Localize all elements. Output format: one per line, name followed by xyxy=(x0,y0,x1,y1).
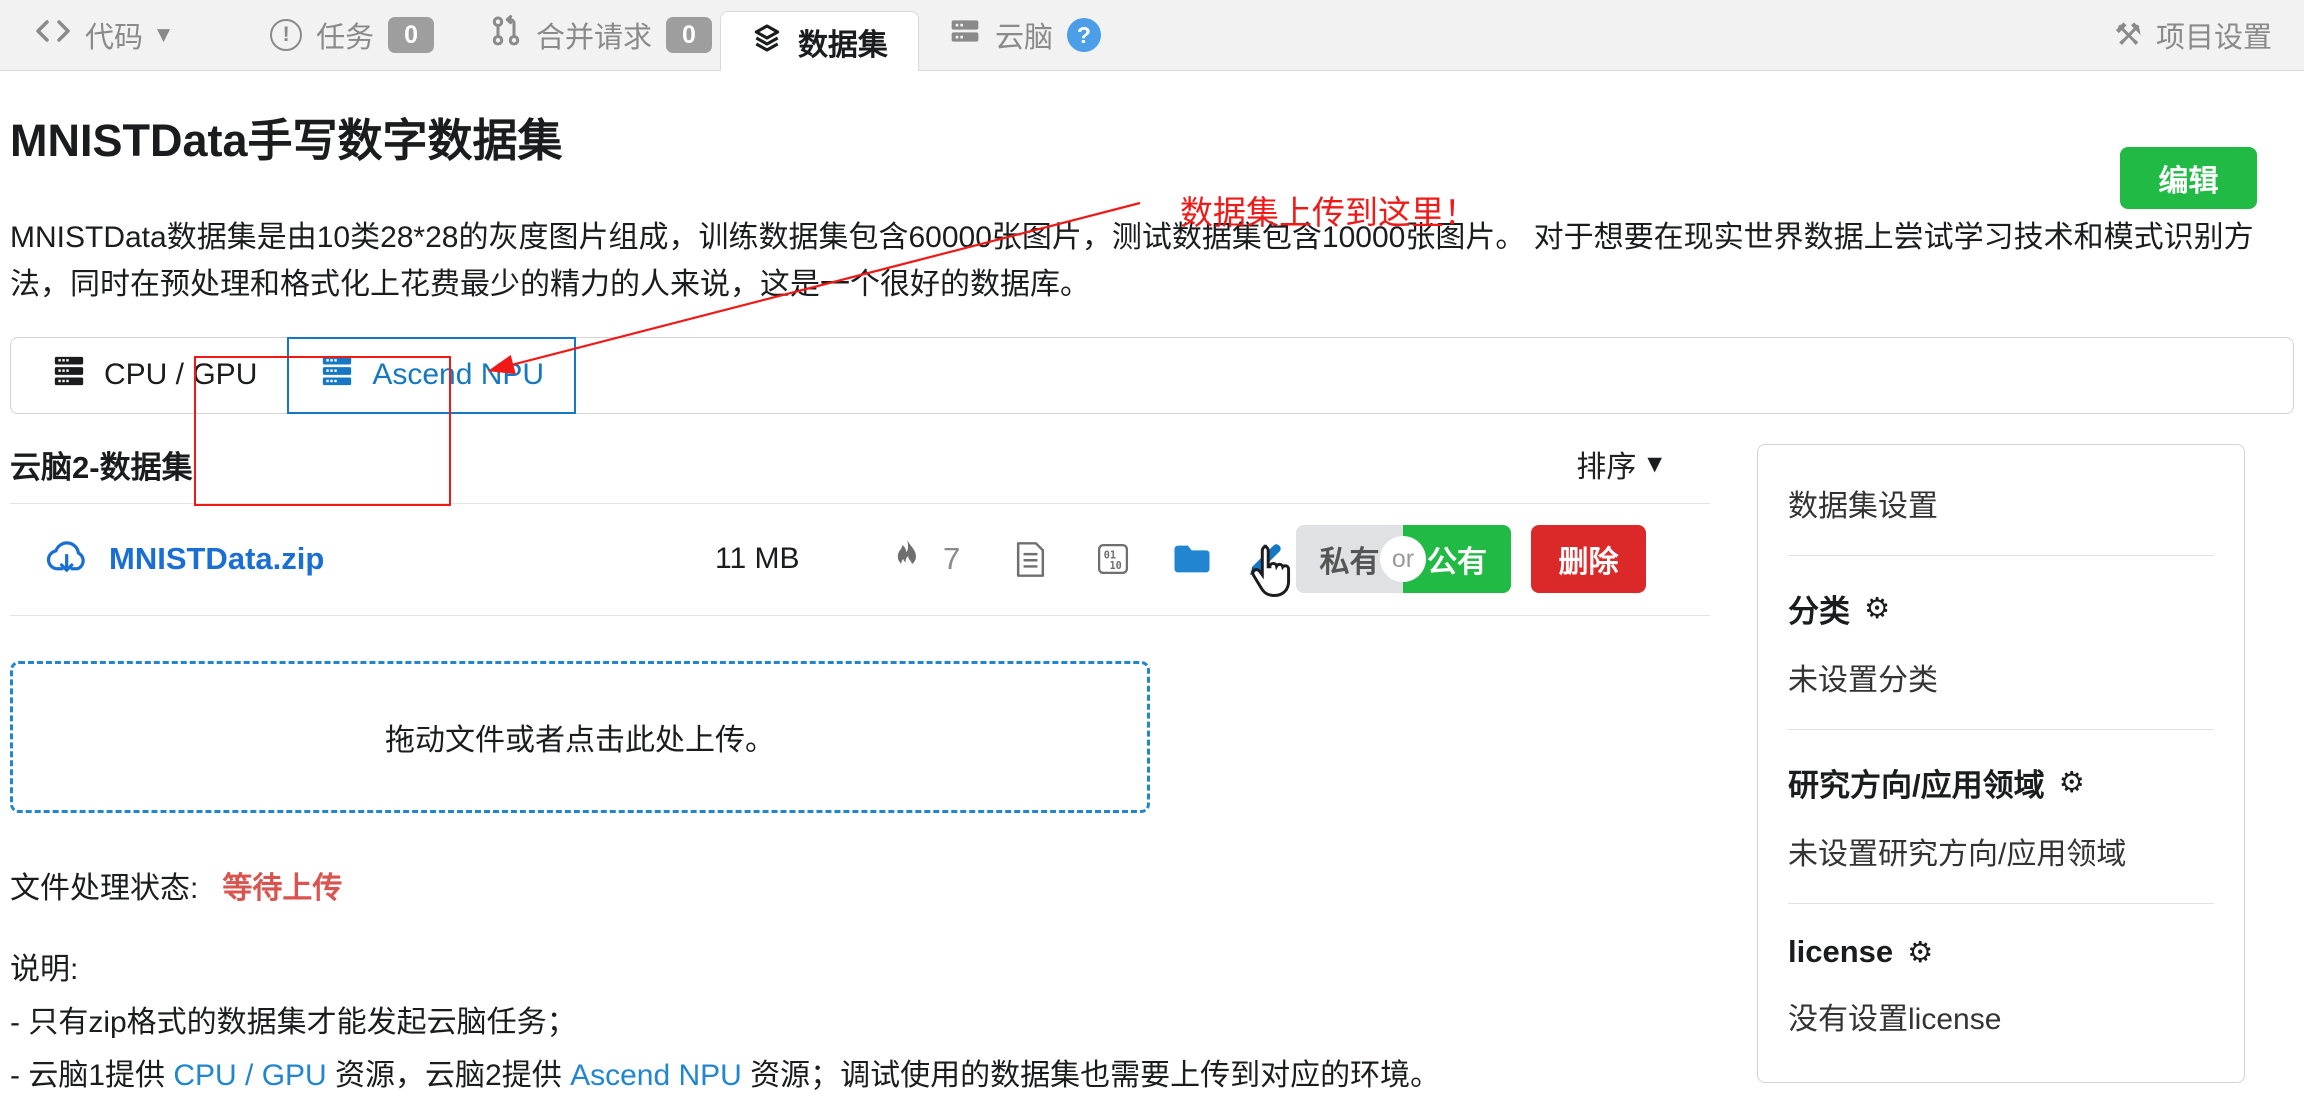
notes-line2-mid: 资源，云脑2提供 xyxy=(327,1059,570,1092)
server-icon xyxy=(319,354,355,396)
nav-item-issues[interactable]: ! 任务 0 xyxy=(270,14,434,56)
code-icon xyxy=(35,18,71,52)
server-icon xyxy=(51,354,87,396)
category-label: 分类 xyxy=(1788,586,1850,631)
file-status-label: 文件处理状态: xyxy=(10,863,198,907)
download-count: 7 xyxy=(943,541,960,577)
chevron-down-icon: ▼ xyxy=(1647,453,1662,475)
category-value: 未设置分类 xyxy=(1788,655,2214,699)
upload-dropzone[interactable]: 拖动文件或者点击此处上传。 xyxy=(10,661,1150,813)
help-icon[interactable]: ? xyxy=(1067,18,1101,52)
nav-settings-label: 项目设置 xyxy=(2156,14,2272,56)
notes-block: 说明: - 只有zip格式的数据集才能发起云脑任务； - 云脑1提供 CPU /… xyxy=(10,943,1710,1103)
environment-tab-bar: CPU / GPU Ascend NPU xyxy=(10,337,2294,414)
sort-label: 排序 xyxy=(1576,442,1636,486)
folder-icon[interactable] xyxy=(1172,542,1212,576)
section-title-cloudbrain2-dataset: 云脑2-数据集 xyxy=(10,442,193,487)
edit-pencil-icon[interactable] xyxy=(1246,539,1286,579)
notes-line2-prefix: - 云脑1提供 xyxy=(10,1059,173,1092)
dataset-main-column: 云脑2-数据集 排序 ▼ MNISTData.zip 11 MB xyxy=(10,442,1710,1103)
nav-item-cloudbrain[interactable]: 云脑 ? xyxy=(949,14,1101,56)
top-navigation: 代码 ▼ ! 任务 0 合并请求 0 数据集 xyxy=(0,0,2304,71)
divider xyxy=(1788,729,2214,730)
gear-icon[interactable]: ⚙ xyxy=(1907,935,1933,969)
notes-line-2: - 云脑1提供 CPU / GPU 资源，云脑2提供 Ascend NPU 资源… xyxy=(10,1049,1710,1102)
nav-issues-label: 任务 xyxy=(316,14,374,56)
git-merge-icon xyxy=(490,15,522,55)
edit-button[interactable]: 编辑 xyxy=(2120,147,2257,209)
nav-item-code[interactable]: 代码 ▼ xyxy=(35,14,170,56)
visibility-toggle: 私有 公有 or xyxy=(1296,525,1511,593)
notes-heading: 说明: xyxy=(10,943,1710,996)
tab-ascend-npu-label: Ascend NPU xyxy=(372,358,544,392)
cpu-gpu-link[interactable]: CPU / GPU xyxy=(173,1059,326,1092)
page-content: MNISTData手写数字数据集 编辑 MNISTData数据集是由10类28*… xyxy=(0,104,2304,1103)
binary-file-icon[interactable]: 01 10 xyxy=(1096,542,1130,576)
notes-line2-suffix: 资源；调试使用的数据集也需要上传到对应的环境。 xyxy=(742,1059,1440,1092)
nav-code-label: 代码 xyxy=(85,14,143,56)
tools-icon: ⚒ xyxy=(2114,17,2142,53)
exclamation-circle-icon: ! xyxy=(270,19,302,51)
nav-tab-datasets-active[interactable]: 数据集 xyxy=(720,11,919,71)
tab-cpu-gpu-label: CPU / GPU xyxy=(104,358,257,392)
file-info-icon[interactable] xyxy=(1015,541,1046,578)
research-field-value: 未设置研究方向/应用领域 xyxy=(1788,829,2214,873)
flame-icon xyxy=(893,538,921,580)
notes-line-1: - 只有zip格式的数据集才能发起云脑任务； xyxy=(10,996,1710,1049)
download-heat: 7 xyxy=(893,538,983,580)
file-status-value: 等待上传 xyxy=(222,863,342,907)
nav-item-pull-requests[interactable]: 合并请求 0 xyxy=(490,14,712,56)
nav-item-project-settings[interactable]: ⚒ 项目设置 xyxy=(2114,14,2272,56)
dataset-file-row: MNISTData.zip 11 MB 7 xyxy=(10,503,1710,616)
research-field-label: 研究方向/应用领域 xyxy=(1788,760,2045,805)
dataset-settings-card: 数据集设置 分类 ⚙ 未设置分类 研究方向/应用领域 ⚙ 未设置研究方向/应用领… xyxy=(1757,444,2245,1083)
layers-icon xyxy=(751,22,783,62)
svg-text:01: 01 xyxy=(1104,550,1116,561)
nav-pulls-label: 合并请求 xyxy=(536,14,652,56)
gear-icon[interactable]: ⚙ xyxy=(1864,591,1890,625)
nav-cloudbrain-label: 云脑 xyxy=(995,14,1053,56)
file-size: 11 MB xyxy=(715,542,865,576)
issues-count-badge: 0 xyxy=(388,17,434,53)
or-badge: or xyxy=(1380,536,1426,582)
license-value: 没有设置license xyxy=(1788,994,2214,1038)
sidebar-title: 数据集设置 xyxy=(1788,481,2214,525)
server-icon xyxy=(949,17,981,53)
page-title: MNISTData手写数字数据集 xyxy=(10,104,2294,169)
chevron-down-icon: ▼ xyxy=(157,25,170,45)
tab-ascend-npu-selected[interactable]: Ascend NPU xyxy=(287,337,576,414)
dataset-description: MNISTData数据集是由10类28*28的灰度图片组成，训练数据集包含600… xyxy=(10,215,2294,309)
svg-text:10: 10 xyxy=(1109,561,1121,572)
license-label: license xyxy=(1788,934,1893,970)
gear-icon[interactable]: ⚙ xyxy=(2059,765,2085,799)
pulls-count-badge: 0 xyxy=(666,17,712,53)
divider xyxy=(1788,903,2214,904)
nav-datasets-label: 数据集 xyxy=(798,20,888,64)
divider xyxy=(1788,555,2214,556)
ascend-npu-link[interactable]: Ascend NPU xyxy=(570,1059,742,1092)
delete-button[interactable]: 删除 xyxy=(1531,525,1646,593)
tab-cpu-gpu[interactable]: CPU / GPU xyxy=(51,354,257,396)
dataset-file-link[interactable]: MNISTData.zip xyxy=(109,541,324,577)
sort-dropdown[interactable]: 排序 ▼ xyxy=(1576,442,1662,486)
cloud-download-icon xyxy=(43,537,89,582)
